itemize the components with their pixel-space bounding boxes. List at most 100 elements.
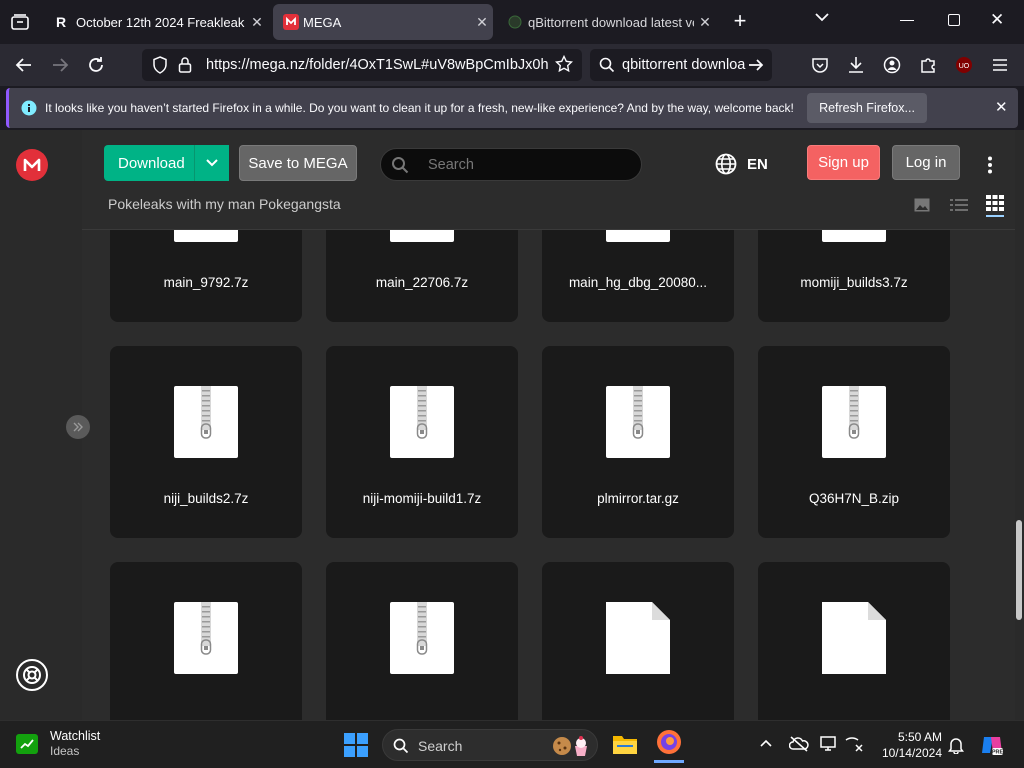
close-tab-icon[interactable]: ✕ (246, 14, 268, 31)
file-card[interactable]: main_9792.7z (110, 230, 302, 322)
mega-topbar: Download Save to MEGA Search EN Sign up (82, 130, 1015, 230)
file-card[interactable]: main_22706.7z (326, 230, 518, 322)
refresh-firefox-button[interactable]: Refresh Firefox... (807, 93, 927, 123)
tab-list-icon[interactable] (8, 10, 32, 34)
new-tab-icon[interactable]: + (728, 10, 752, 34)
save-to-mega-button[interactable]: Save to MEGA (239, 145, 357, 181)
windows-taskbar: Watchlist Ideas Search 5:50 AM 10/14/202… (0, 720, 1024, 768)
lock-icon[interactable] (178, 56, 192, 74)
start-windows-icon[interactable] (344, 733, 368, 757)
archive-file-icon (390, 230, 454, 242)
notification-message: It looks like you haven’t started Firefo… (45, 101, 794, 115)
onedrive-offline-icon[interactable] (789, 736, 809, 752)
sign-up-label: Sign up (818, 154, 869, 171)
reload-icon[interactable] (81, 50, 111, 80)
mega-logo-icon[interactable] (16, 149, 48, 181)
widgets-button[interactable]: Watchlist Ideas (16, 729, 100, 759)
help-lifebuoy-icon[interactable] (16, 659, 48, 691)
close-tab-icon[interactable]: ✕ (694, 14, 716, 31)
list-view-icon[interactable] (950, 198, 968, 212)
document-file-icon (822, 602, 886, 674)
navigation-toolbar: https://mega.nz/folder/4OxT1SwL#uV8wBpCm… (0, 44, 1024, 86)
download-icon[interactable] (841, 50, 871, 80)
search-placeholder: Search (428, 157, 474, 173)
close-notification-icon[interactable]: ✕ (995, 98, 1008, 116)
chevron-down-icon[interactable] (814, 12, 836, 32)
file-card[interactable]: niji-momiji-build1.7z (326, 346, 518, 538)
language-label: EN (747, 155, 768, 173)
taskbar-search-input[interactable]: Search (382, 729, 598, 761)
tab-bar: R October 12th 2024 Freakleak ✕ MEGA ✕ q… (0, 0, 1024, 44)
tab-qbittorrent[interactable]: qBittorrent download latest ver ✕ (498, 4, 716, 40)
file-name: niji_builds2.7z (163, 491, 249, 506)
close-tab-icon[interactable]: ✕ (471, 14, 493, 31)
chevron-down-icon (206, 159, 218, 167)
url-text: https://mega.nz/folder/4OxT1SwL#uV8wBpCm… (206, 57, 548, 73)
window-close-icon[interactable]: ✕ (990, 10, 1004, 30)
search-bar-text: qbittorrent downloa (622, 57, 746, 73)
file-grid: main_9792.7z main_22706.7z main_hg_dbg_200… (82, 230, 1015, 720)
taskbar-search-label: Search (418, 738, 463, 754)
menu-hamburger-icon[interactable] (985, 50, 1015, 80)
chevron-up-icon[interactable] (760, 739, 772, 747)
file-card[interactable]: main_hg_dbg_20080... (542, 230, 734, 322)
go-arrow-icon[interactable] (748, 58, 764, 72)
tab-mega[interactable]: MEGA ✕ (273, 4, 493, 40)
network-icon[interactable] (845, 736, 863, 752)
grid-view-icon[interactable] (986, 195, 1004, 217)
page-scrollbar[interactable] (1015, 130, 1024, 720)
scrollbar-thumb[interactable] (1016, 520, 1022, 620)
mega-search-input[interactable]: Search (380, 148, 642, 181)
extensions-icon[interactable] (913, 50, 943, 80)
mega-icon (273, 14, 303, 30)
search-bar[interactable]: qbittorrent downloa (590, 49, 772, 81)
tab-freakleak[interactable]: R October 12th 2024 Freakleak ✕ (46, 4, 268, 40)
file-card[interactable] (758, 562, 950, 720)
widget-subtitle: Ideas (50, 744, 80, 758)
save-to-mega-label: Save to MEGA (248, 154, 348, 172)
file-card[interactable]: niji_builds2.7z (110, 346, 302, 538)
ublock-icon[interactable]: UO (949, 50, 979, 80)
display-icon[interactable] (820, 736, 838, 752)
archive-file-icon (390, 386, 454, 458)
clock[interactable]: 5:50 AM 10/14/2024 (872, 729, 942, 761)
language-selector[interactable]: EN (715, 153, 768, 175)
archive-file-icon (822, 230, 886, 242)
tab-label: MEGA (303, 14, 342, 30)
globe-icon (715, 153, 737, 175)
copilot-icon[interactable]: PRE (980, 733, 1004, 757)
archive-file-icon (390, 602, 454, 674)
forward-icon[interactable] (45, 50, 75, 80)
pocket-icon[interactable] (805, 50, 835, 80)
file-card[interactable]: plmirror.tar.gz (542, 346, 734, 538)
file-card[interactable] (110, 562, 302, 720)
log-in-button[interactable]: Log in (892, 145, 960, 180)
notifications-bell-icon[interactable] (948, 736, 964, 754)
download-button-label: Download (118, 154, 185, 172)
archive-file-icon (606, 230, 670, 242)
file-card[interactable] (326, 562, 518, 720)
search-icon (599, 57, 615, 73)
firefox-taskbar-icon[interactable] (654, 729, 684, 763)
file-card[interactable]: momiji_builds3.7z (758, 230, 950, 322)
account-icon[interactable] (877, 50, 907, 80)
back-icon[interactable] (9, 50, 39, 80)
url-bar[interactable]: https://mega.nz/folder/4OxT1SwL#uV8wBpCm… (142, 49, 582, 81)
file-name: momiji_builds3.7z (800, 275, 908, 290)
file-name: niji-momiji-build1.7z (362, 491, 482, 506)
thumbnail-view-icon[interactable] (914, 198, 930, 212)
download-options-dropdown[interactable] (194, 145, 229, 181)
bookmark-star-icon[interactable] (555, 55, 573, 73)
search-icon (391, 156, 409, 174)
file-explorer-icon[interactable] (612, 733, 638, 755)
more-options-icon[interactable] (987, 156, 993, 174)
sign-up-button[interactable]: Sign up (807, 145, 880, 180)
file-card[interactable]: Q36H7N_B.zip (758, 346, 950, 538)
expand-sidebar-icon[interactable] (66, 415, 90, 439)
info-icon (21, 100, 37, 116)
file-card[interactable] (542, 562, 734, 720)
restore-icon[interactable] (948, 14, 960, 26)
minimize-icon[interactable] (900, 20, 914, 21)
shield-icon[interactable] (152, 56, 168, 74)
file-name: Q36H7N_B.zip (808, 491, 900, 506)
